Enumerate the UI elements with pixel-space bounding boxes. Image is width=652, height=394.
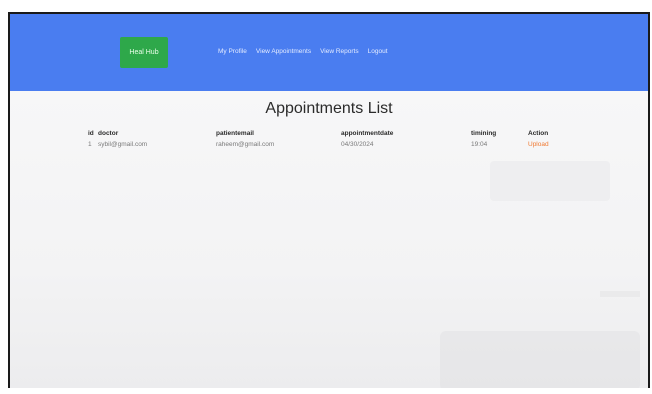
background-equipment — [440, 331, 640, 388]
cell-doctor: sybil@gmail.com — [98, 141, 148, 148]
cell-action: Upload — [528, 141, 568, 148]
column-header-doctor: doctor — [98, 130, 119, 137]
column-header-appointmentdate: appointmentdate — [341, 130, 394, 137]
background-equipment — [600, 291, 640, 297]
background-equipment — [490, 161, 610, 201]
brand-button[interactable]: Heal Hub — [120, 37, 168, 68]
top-navbar: Heal Hub My Profile View Appointments Vi… — [10, 14, 648, 91]
nav-link-view-reports[interactable]: View Reports — [320, 48, 359, 55]
browser-viewport: Heal Hub My Profile View Appointments Vi… — [8, 12, 650, 388]
cell-id: 1 — [88, 141, 92, 148]
column-header-id: id — [88, 130, 94, 137]
nav-link-view-appointments[interactable]: View Appointments — [256, 48, 311, 55]
column-header-timining: timining — [471, 130, 497, 137]
nav-link-logout[interactable]: Logout — [368, 48, 388, 55]
column-header-patientemail: patientemail — [216, 130, 254, 137]
cell-appointmentdate: 04/30/2024 — [341, 141, 374, 148]
page-title: Appointments List — [265, 100, 393, 117]
column-header-action: Action — [528, 130, 549, 137]
cell-timining: 19:04 — [471, 141, 488, 148]
table-row: 1 sybil@gmail.com raheem@gmail.com 04/30… — [88, 141, 568, 148]
upload-link[interactable]: Upload — [528, 141, 549, 148]
cell-patientemail: raheem@gmail.com — [216, 141, 275, 148]
appointments-table: id doctor patientemail appointmentdate t… — [88, 130, 568, 148]
nav-links: My Profile View Appointments View Report… — [218, 48, 388, 55]
nav-link-my-profile[interactable]: My Profile — [218, 48, 247, 55]
table-header-row: id doctor patientemail appointmentdate t… — [88, 130, 568, 141]
